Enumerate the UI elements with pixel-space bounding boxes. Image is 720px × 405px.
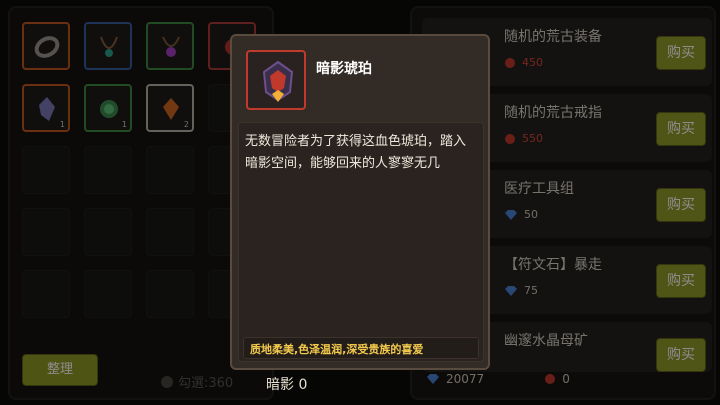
tooltip-description: 无数冒险者为了获得这血色琥珀，踏入暗影空间，能够回来的人寥寥无几 (245, 134, 467, 171)
tooltip-flavor-text: 质地柔美,色泽温润,深受贵族的喜爱 (250, 343, 424, 356)
tooltip-item-frame (246, 50, 306, 110)
tooltip-item-name: 暗影琥珀 (316, 61, 372, 77)
item-tooltip: 暗影琥珀 无数冒险者为了获得这血色琥珀，踏入暗影空间，能够回来的人寥寥无几 质地… (230, 34, 490, 370)
tooltip-flavor-box: 质地柔美,色泽温润,深受贵族的喜爱 (243, 337, 479, 359)
shadow-amber-icon (262, 60, 294, 102)
tooltip-description-box: 无数冒险者为了获得这血色琥珀，踏入暗影空间，能够回来的人寥寥无几 质地柔美,色泽… (238, 122, 484, 362)
shadow-count-label: 暗影 0 (266, 377, 308, 393)
